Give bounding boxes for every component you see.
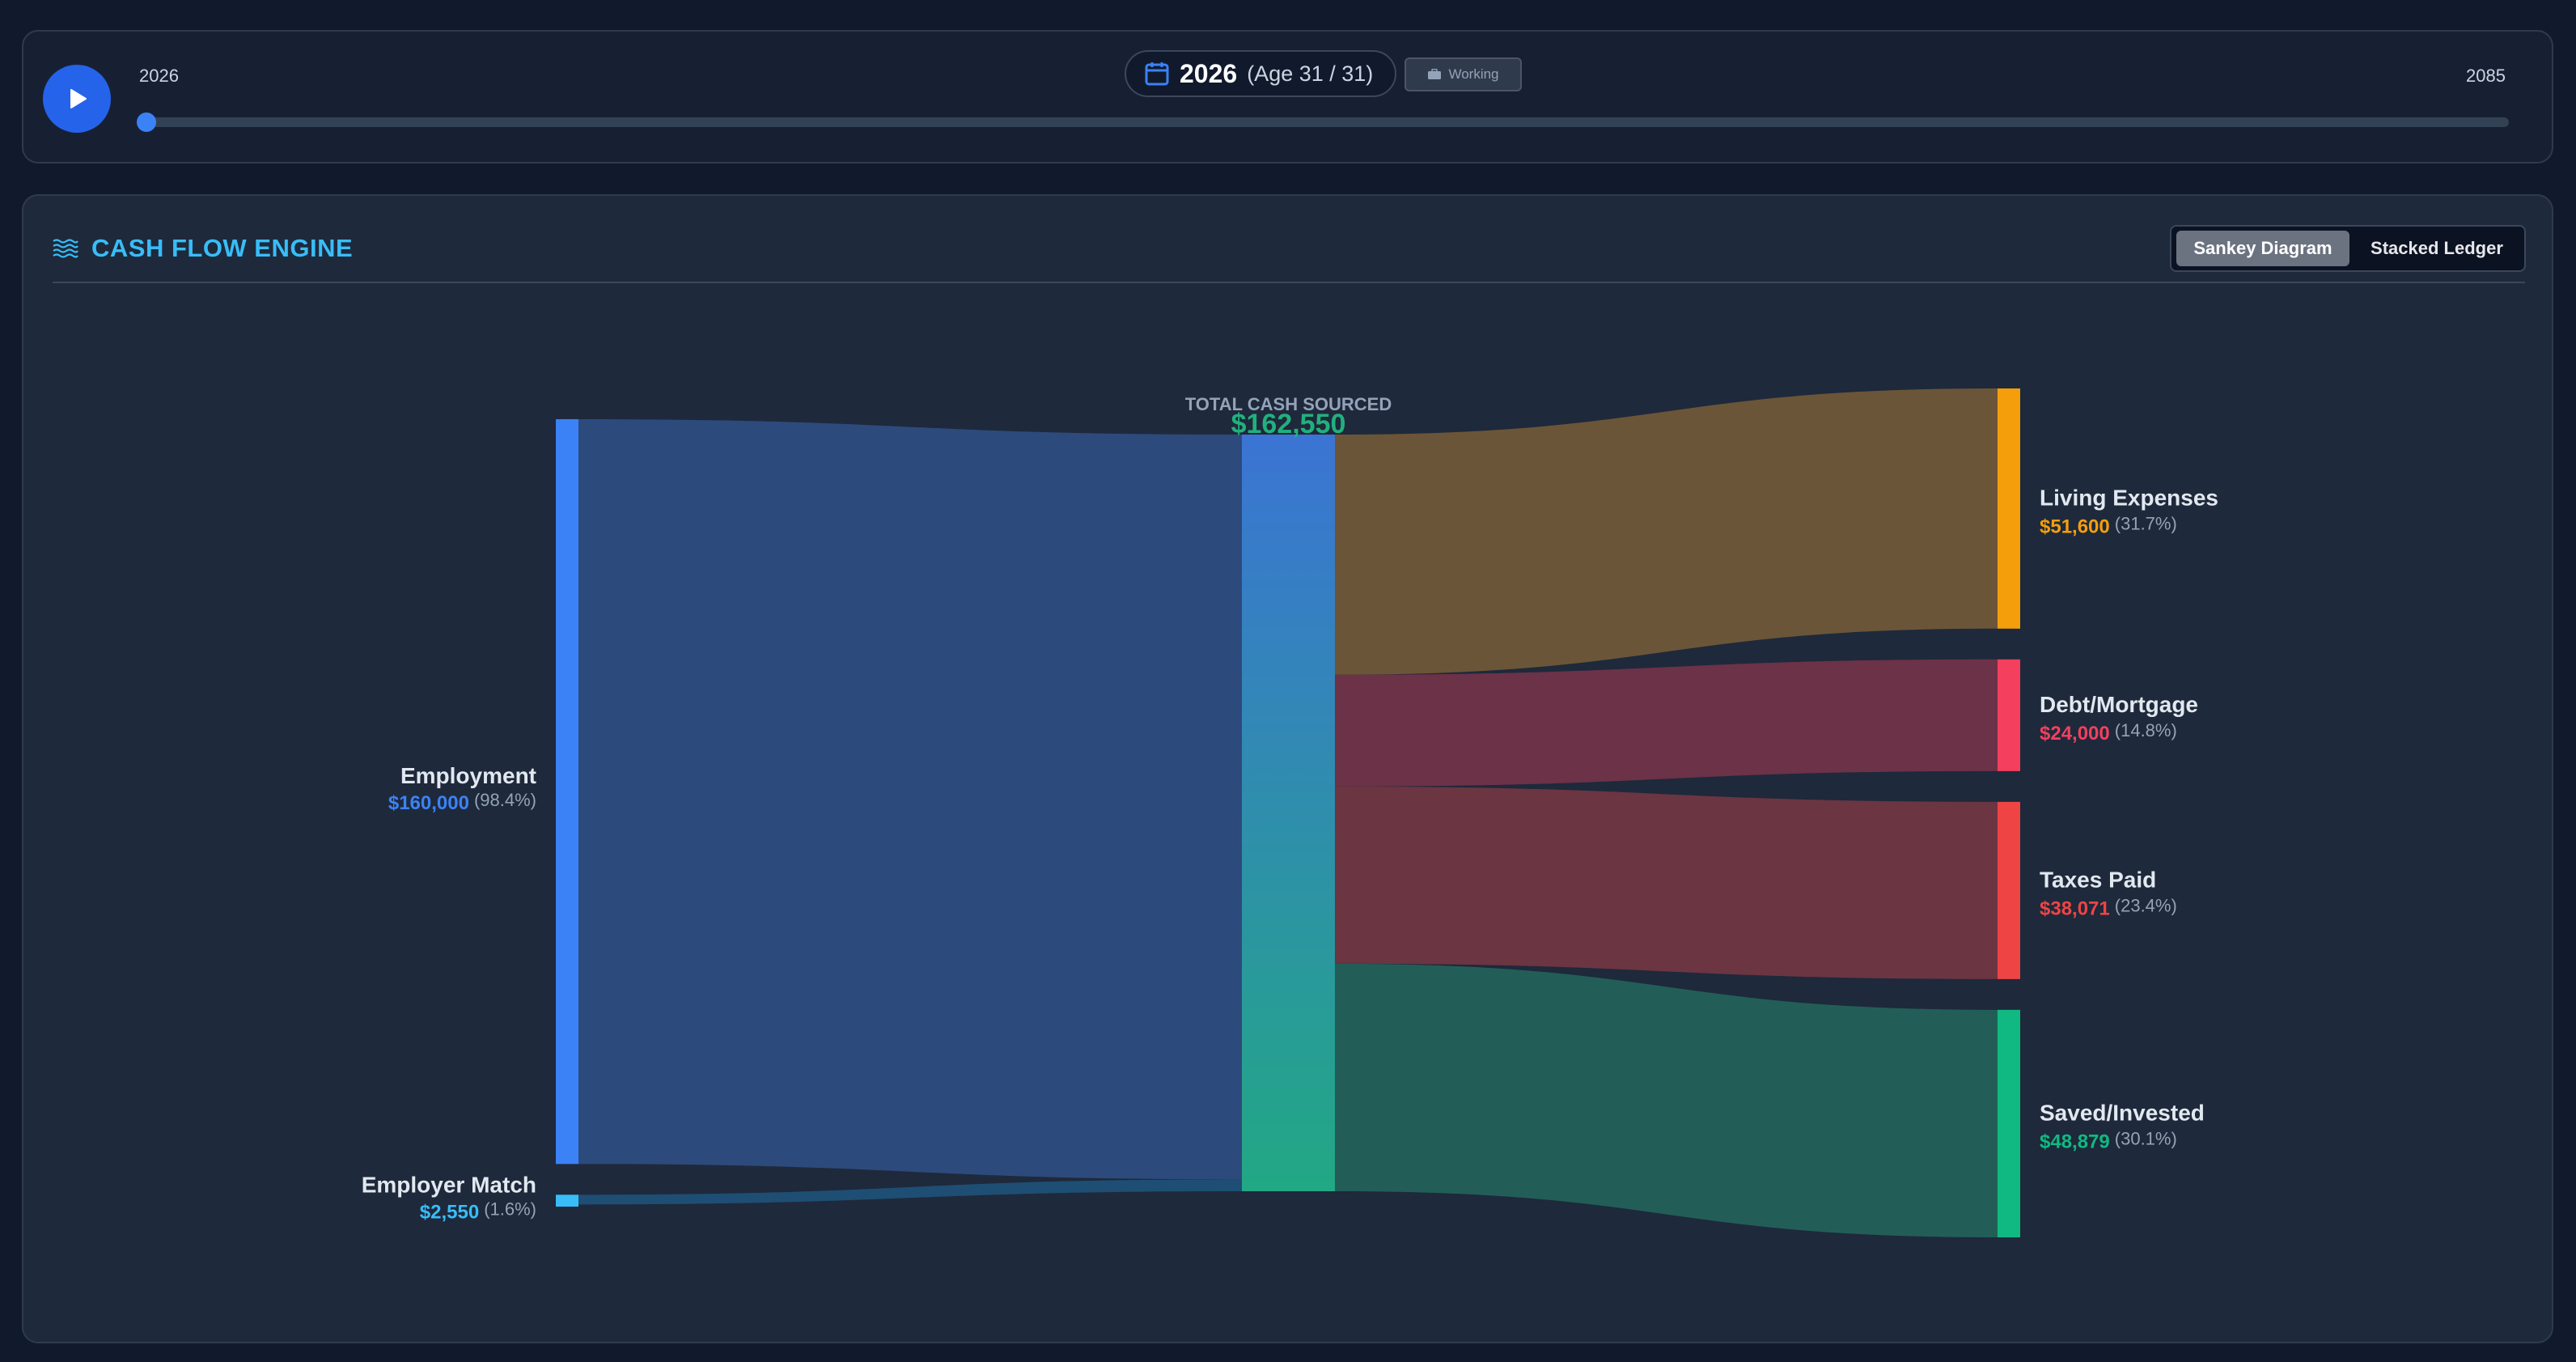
sankey-node-total-cash <box>1242 435 1335 1191</box>
sankey-link-debt-mortgage <box>1335 659 1998 787</box>
sankey-link-living-expenses <box>1335 388 1998 675</box>
sankey-node-living-expenses <box>1998 388 2020 629</box>
sankey-value-living-expenses: $51,600 (31.7%) <box>2040 513 2177 537</box>
sankey-value-taxes-paid: $38,071 (23.4%) <box>2040 895 2177 919</box>
sankey-link-taxes-paid <box>1335 786 1998 979</box>
sankey-label-saved-invested: Saved/Invested <box>2040 1100 2205 1125</box>
sankey-link-employment <box>578 419 1242 1180</box>
sankey-label-living-expenses: Living Expenses <box>2040 485 2218 510</box>
sankey-link-saved-invested <box>1335 963 1998 1237</box>
sankey-node-saved-invested <box>1998 1009 2020 1237</box>
sankey-label-employment: Employment <box>400 763 536 788</box>
sankey-label-debt-mortgage: Debt/Mortgage <box>2040 692 2198 717</box>
sankey-value-employment: $160,000 (98.4%) <box>388 790 536 814</box>
sankey-value-saved-invested: $48,879 (30.1%) <box>2040 1128 2177 1152</box>
total-cash-value: $162,550 <box>1231 409 1346 439</box>
sankey-label-employer-match: Employer Match <box>362 1173 536 1198</box>
sankey-value-employer-match: $2,550 (1.6%) <box>420 1199 536 1224</box>
sankey-value-debt-mortgage: $24,000 (14.8%) <box>2040 720 2177 745</box>
sankey-node-employer-match <box>556 1194 578 1207</box>
sankey-node-employment <box>556 419 578 1165</box>
sankey-diagram: TOTAL CASH SOURCED$162,550Employment$160… <box>362 388 2218 1237</box>
sankey-node-taxes-paid <box>1998 801 2020 979</box>
sankey-label-taxes-paid: Taxes Paid <box>2040 867 2156 892</box>
sankey-node-debt-mortgage <box>1998 659 2020 771</box>
sankey-link-employer-match <box>578 1179 1242 1205</box>
